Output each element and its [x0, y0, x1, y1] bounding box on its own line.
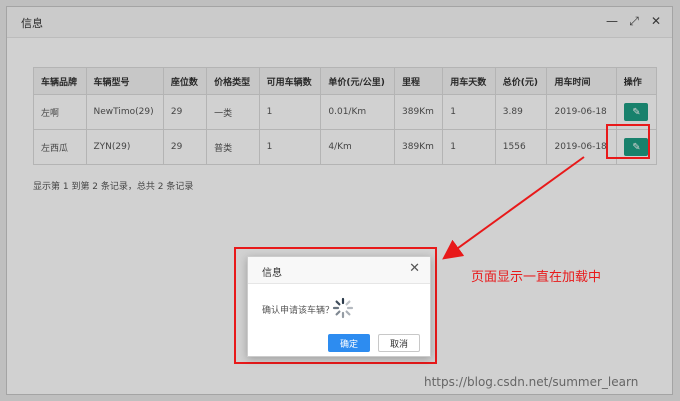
- dialog-header: 信息 ✕: [248, 257, 430, 284]
- dialog-title: 信息: [262, 268, 282, 279]
- confirm-button[interactable]: 确定: [328, 334, 370, 352]
- annotation-text: 页面显示一直在加载中: [471, 270, 602, 285]
- dialog-message: 确认申请该车辆？: [262, 306, 335, 316]
- watermark: https://blog.csdn.net/summer_learn: [424, 375, 639, 389]
- confirm-dialog: 信息 ✕ 确认申请该车辆？ 确定 取消: [247, 256, 431, 357]
- loading-spinner-icon: [332, 297, 354, 319]
- annotation-highlight-edit-button: [606, 124, 650, 159]
- dialog-close-icon[interactable]: ✕: [409, 261, 420, 276]
- cancel-button[interactable]: 取消: [378, 334, 420, 352]
